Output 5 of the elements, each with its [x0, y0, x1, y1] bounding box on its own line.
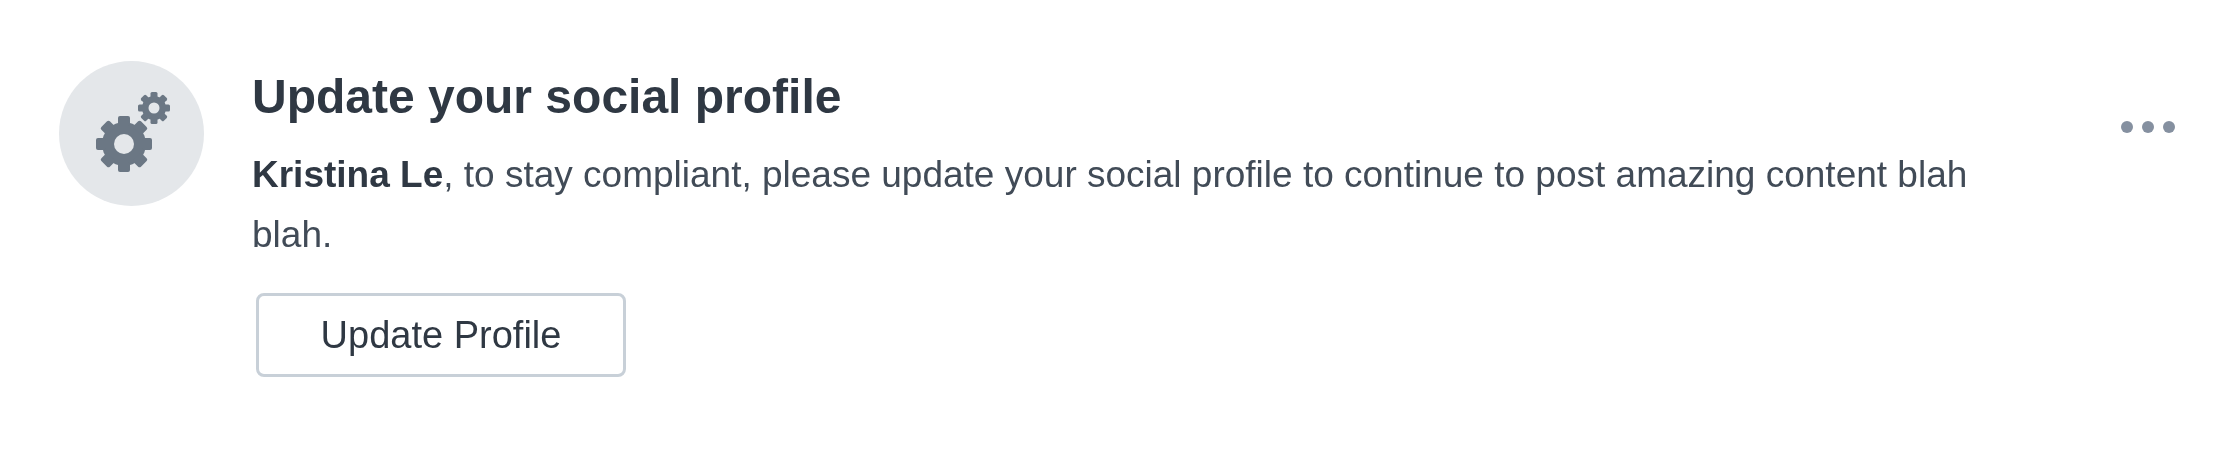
- gears-icon: [59, 61, 204, 206]
- notification-title: Update your social profile: [252, 69, 843, 125]
- more-options-icon[interactable]: [2120, 120, 2176, 134]
- notification-message: Kristina Le, to stay compliant, please update your social profile to continue to post amazing content blah blah.: [252, 153, 1969, 257]
- update-profile-button[interactable]: Update Profile: [256, 293, 626, 377]
